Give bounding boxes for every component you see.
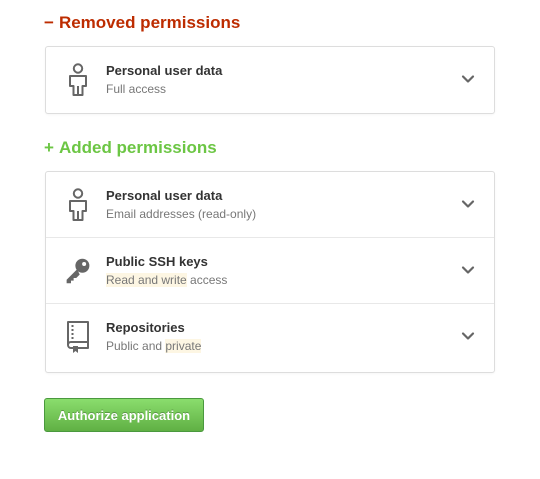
chevron-down-icon[interactable] — [460, 71, 476, 87]
permission-description: Email addresses (read-only) — [106, 207, 257, 221]
added-permissions-title: Added permissions — [58, 138, 217, 157]
description-rest: access — [186, 273, 228, 287]
added-permissions-list: Personal user data Email addresses (read… — [45, 171, 495, 373]
chevron-down-icon[interactable] — [460, 328, 476, 344]
added-permissions-heading: + Added permissions — [44, 138, 217, 158]
person-icon — [64, 61, 92, 99]
permission-description: Full access — [106, 82, 167, 96]
key-icon — [64, 252, 92, 290]
chevron-down-icon[interactable] — [460, 262, 476, 278]
permission-title: Personal user data — [106, 63, 223, 78]
plus-sign: + — [44, 138, 54, 157]
permission-row-repositories[interactable]: Repositories Public and private — [46, 304, 494, 371]
highlight-text: private — [165, 339, 202, 353]
repo-icon — [64, 318, 92, 356]
permission-row-personal-user-data-removed[interactable]: Personal user data Full access — [46, 47, 494, 113]
permission-row-public-ssh-keys[interactable]: Public SSH keys Read and write access — [46, 238, 494, 304]
highlight-text: Read and write — [106, 273, 187, 287]
chevron-down-icon[interactable] — [460, 196, 476, 212]
permission-row-personal-user-data[interactable]: Personal user data Email addresses (read… — [46, 172, 494, 238]
removed-permissions-heading: − Removed permissions — [44, 13, 240, 33]
minus-sign: − — [44, 13, 54, 32]
permission-title: Repositories — [106, 320, 185, 335]
permission-description: Read and write access — [106, 273, 227, 287]
permission-title: Personal user data — [106, 188, 223, 203]
description-prefix: Public and — [106, 339, 166, 353]
permission-description: Public and private — [106, 339, 202, 353]
person-icon — [64, 186, 92, 224]
permission-title: Public SSH keys — [106, 254, 208, 269]
removed-permissions-title: Removed permissions — [58, 13, 241, 32]
authorize-application-button[interactable]: Authorize application — [44, 398, 204, 432]
removed-permissions-list: Personal user data Full access — [45, 46, 495, 114]
